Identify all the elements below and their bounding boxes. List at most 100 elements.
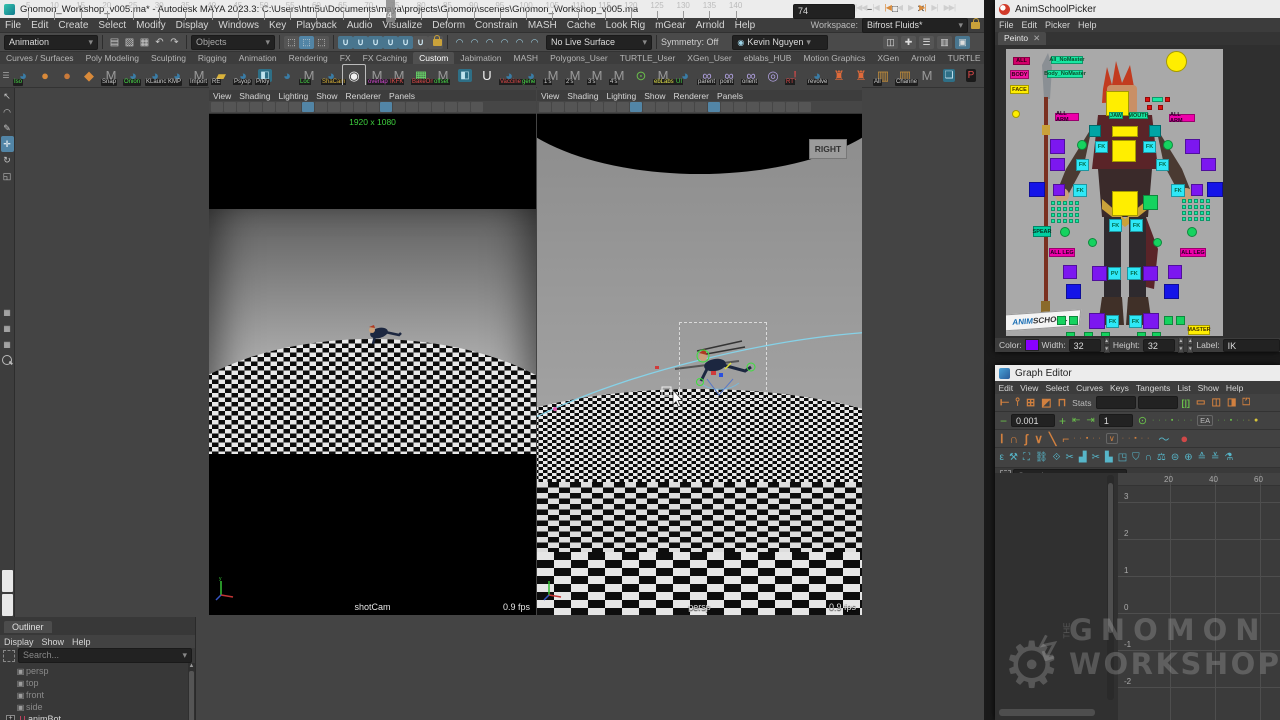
viewport-toolbar-icon-20[interactable] [471, 102, 483, 112]
picker-button-fk-20[interactable]: FK [1095, 141, 1108, 153]
viewport-shotcam[interactable]: ViewShadingLightingShowRendererPanels 19… [209, 85, 536, 614]
graph-view-icon-3[interactable]: ⏍ [1240, 397, 1252, 408]
viewport-toolbar-icon-1[interactable] [224, 102, 236, 112]
render-settings-icon[interactable]: ☰ [919, 36, 934, 49]
shelf-item-4's[interactable]: M4's [608, 65, 630, 86]
picker-button-6[interactable] [1012, 110, 1020, 118]
graph-view-icon-1[interactable]: ◫ [1210, 397, 1223, 408]
picker-canvas[interactable]: ANIMSCHOOL ALLAll_NoMasterBODYBody_NoMas… [1006, 49, 1223, 336]
picker-button-14[interactable] [1165, 97, 1170, 102]
shelf-item-Onion[interactable]: ◕Onion [122, 65, 144, 86]
layout-four[interactable]: ▦ [1, 320, 14, 336]
viewport-toolbar-icon-19[interactable] [458, 102, 470, 112]
picker-button-57[interactable] [1069, 316, 1078, 325]
viewport-toolbar-icon-14[interactable] [393, 102, 405, 112]
stats-field-2[interactable] [1138, 396, 1178, 409]
panel-menu-shading[interactable]: Shading [235, 91, 274, 101]
snap-plane-icon[interactable]: ∪ [383, 36, 398, 49]
play-backwards-button[interactable]: ◀ [894, 3, 905, 12]
outliner-search-input[interactable]: Search...▾ [18, 648, 192, 663]
ge-slider-5[interactable]: · · ▪ · · [1122, 435, 1151, 442]
ge-record-icon[interactable]: ● [1177, 431, 1191, 446]
picker-button-31[interactable] [1029, 182, 1045, 197]
viewport-toolbar-icon-1[interactable] [552, 102, 564, 112]
height-field[interactable]: 32 [1143, 339, 1175, 352]
buffer-curve-icon-6[interactable]: ▟ [1077, 452, 1088, 463]
picker-button-pv-50[interactable]: PV [1108, 267, 1121, 280]
height-spinner[interactable]: ▴▾ [1178, 337, 1184, 353]
buffer-curve-icon-2[interactable]: ⛶ [1021, 452, 1031, 463]
picker-button-68[interactable] [1152, 332, 1161, 336]
ge-plus-button[interactable]: + [1057, 414, 1068, 428]
graph-menu-list[interactable]: List [1174, 383, 1194, 393]
shelf-item-icon-42[interactable]: ❏ [938, 65, 960, 86]
graph-menu-tangents[interactable]: Tangents [1132, 383, 1174, 393]
viewport-toolbar-icon-11[interactable] [682, 102, 694, 112]
picker-button-61[interactable] [1143, 313, 1159, 329]
shelf-item-ShaCam[interactable]: ◕ShaCam [320, 65, 342, 86]
viewport-toolbar-icon-10[interactable] [669, 102, 681, 112]
shelf-item-icon-38[interactable]: ♜ [850, 65, 872, 86]
display-layers-icon[interactable]: ▥ [937, 36, 952, 49]
shelf-item-icon-15[interactable]: ◉ [342, 64, 366, 87]
width-field[interactable]: 32 [1069, 339, 1101, 352]
picker-finger-button-1-3-4[interactable] [1206, 217, 1210, 221]
shelf-tab-animation[interactable]: Animation [233, 52, 283, 64]
current-frame-field[interactable]: 74 [793, 4, 855, 19]
picker-button-fk-34[interactable]: FK [1171, 184, 1185, 197]
shelf-tab-turtle[interactable]: TURTLE [942, 52, 984, 64]
viewport-toolbar-icon-13[interactable] [708, 102, 720, 112]
buffer-curve-icon-12[interactable]: ⚖ [1155, 452, 1167, 463]
picker-button-25[interactable] [1050, 139, 1065, 154]
shelf-item-Import[interactable]: MImport [188, 65, 210, 86]
stats-field-1[interactable] [1096, 396, 1136, 409]
picker-titlebar[interactable]: AnimSchoolPicker [995, 0, 1280, 18]
shelf-item-Vaccine[interactable]: ◕Vaccine [498, 65, 520, 86]
picker-button-44[interactable] [1088, 238, 1097, 247]
live-surface-selector[interactable]: No Live Surface▾ [546, 35, 652, 50]
toolbox-rotate-tool[interactable]: ↻ [1, 152, 14, 168]
picker-button-29[interactable] [1050, 158, 1065, 171]
panel-menu-lighting[interactable]: Lighting [602, 91, 640, 101]
tool-mode-selector[interactable]: Animation▾ [4, 35, 98, 50]
picker-finger-button-1-1-2[interactable] [1194, 205, 1198, 209]
shelf-tab-mash[interactable]: MASH [508, 52, 545, 64]
selection-mask-selector[interactable]: Objects▾ [191, 35, 275, 50]
picker-finger-button-0-1-4[interactable] [1075, 207, 1079, 211]
picker-finger-button-0-2-3[interactable] [1069, 213, 1073, 217]
shelf-tab-rigging[interactable]: Rigging [192, 52, 233, 64]
picker-button-36[interactable] [1207, 182, 1223, 197]
shelf-item-icon-1[interactable]: ● [34, 65, 56, 86]
shelf-tab-polygons-user[interactable]: Polygons_User [544, 52, 614, 64]
shelf-tab-fx[interactable]: FX [334, 52, 357, 64]
picker-tab-peinto[interactable]: Peinto✕ [998, 32, 1046, 45]
ge-slider-3[interactable]: · ● [1248, 417, 1260, 424]
label-field[interactable]: IK [1223, 339, 1280, 352]
curve-icon-2[interactable]: ◠ [467, 36, 482, 49]
shelf-item-gene[interactable]: ◕gene [520, 65, 542, 86]
picker-finger-button-1-0-2[interactable] [1194, 199, 1198, 203]
ge-next-key-icon[interactable]: ⇥ [1084, 415, 1096, 426]
outliner-scrollbar[interactable]: ▲ [188, 663, 195, 720]
picker-button-37[interactable] [1112, 191, 1138, 216]
picker-button-24[interactable] [1163, 140, 1173, 150]
buffer-curve-icon-16[interactable]: ≚ [1210, 452, 1221, 463]
viewport-toolbar-icon-0[interactable] [211, 102, 223, 112]
width-spinner[interactable]: ▴▾ [1104, 337, 1110, 353]
shelf-tab-curves-surfaces[interactable]: Curves / Surfaces [0, 52, 80, 64]
buffer-curve-icon-11[interactable]: ∩ [1143, 452, 1153, 463]
shelf-item-1's[interactable]: M1's [542, 65, 564, 86]
workspace-selector[interactable]: Bifrost Fluids*▾ [862, 18, 968, 33]
buffer-curve-icon-15[interactable]: ≙ [1196, 452, 1207, 463]
viewport-toolbar-icon-12[interactable] [695, 102, 707, 112]
anim-layers-icon[interactable]: ▣ [955, 36, 970, 49]
expander-icon[interactable]: + [6, 715, 15, 720]
snap-curve-icon[interactable]: ∪ [353, 36, 368, 49]
shelf-tab-rendering[interactable]: Rendering [283, 52, 334, 64]
picker-button-all-0[interactable]: ALL [1013, 57, 1030, 65]
shelf-item-icon-37[interactable]: ♜ [828, 65, 850, 86]
save-scene-icon[interactable]: ▦ [137, 36, 152, 49]
shelf-tab-arnold[interactable]: Arnold [905, 52, 942, 64]
shelf-tab-xgen-user[interactable]: XGen_User [681, 52, 737, 64]
viewport-toolbar-icon-2[interactable] [237, 102, 249, 112]
